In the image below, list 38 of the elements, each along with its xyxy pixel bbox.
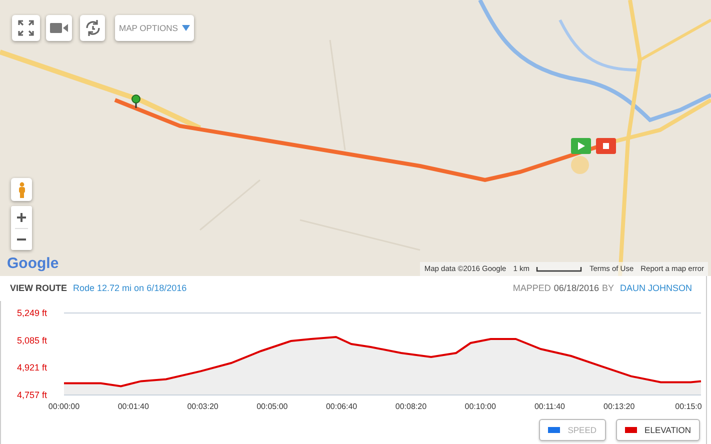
start-marker-icon: [571, 138, 591, 154]
x-axis-label: 00:08:20: [395, 402, 427, 411]
legend-toggle[interactable]: SPEED: [538, 419, 606, 441]
minus-icon: [17, 238, 26, 241]
y-axis-label: 4,921 ft: [17, 362, 48, 373]
x-axis-label: 00:05:00: [256, 402, 288, 411]
x-axis-label: 00:11:40: [534, 402, 565, 411]
caret-down-icon: [182, 25, 190, 31]
y-axis-label: 5,085 ft: [17, 335, 48, 346]
person-icon: [18, 182, 26, 198]
video-camera-icon: [50, 22, 68, 34]
x-axis-label: 00:13:20: [604, 402, 635, 411]
x-axis-label: 00:00:00: [48, 402, 80, 411]
scale-bar-icon: [536, 266, 582, 272]
author-link[interactable]: DAUN JOHNSON: [620, 282, 692, 296]
legend-toggle[interactable]: ELEVATION: [616, 419, 700, 441]
map-pin-icon: [131, 94, 141, 108]
x-axis-label: 00:15:0: [675, 402, 702, 411]
view-route-label: VIEW ROUTE: [10, 282, 68, 295]
x-axis-label: 00:03:20: [187, 402, 218, 411]
y-axis-label: 4,757 ft: [17, 390, 48, 400]
3d-view-button[interactable]: [46, 15, 72, 41]
rotate-button[interactable]: [80, 15, 105, 41]
mapped-label: MAPPED: [512, 282, 551, 295]
x-axis-label: 00:01:40: [118, 402, 149, 411]
stop-marker-icon: [596, 138, 616, 154]
by-label: BY: [602, 282, 614, 295]
ride-summary-link[interactable]: Rode 12.72 mi on 6/18/2016: [73, 282, 187, 296]
x-axis-label: 00:10:00: [464, 402, 496, 411]
plus-icon: [17, 212, 26, 222]
x-axis-label: 00:06:40: [326, 402, 358, 411]
map-options-dropdown[interactable]: MAP OPTIONS: [115, 15, 194, 41]
y-axis-label: 5,249 ft: [17, 308, 48, 318]
mapped-date: 06/18/2016: [554, 282, 599, 295]
fullscreen-icon: [18, 20, 34, 36]
fullscreen-button[interactable]: [12, 15, 40, 41]
rotate-icon: [84, 19, 102, 37]
google-logo: Google: [7, 256, 59, 271]
